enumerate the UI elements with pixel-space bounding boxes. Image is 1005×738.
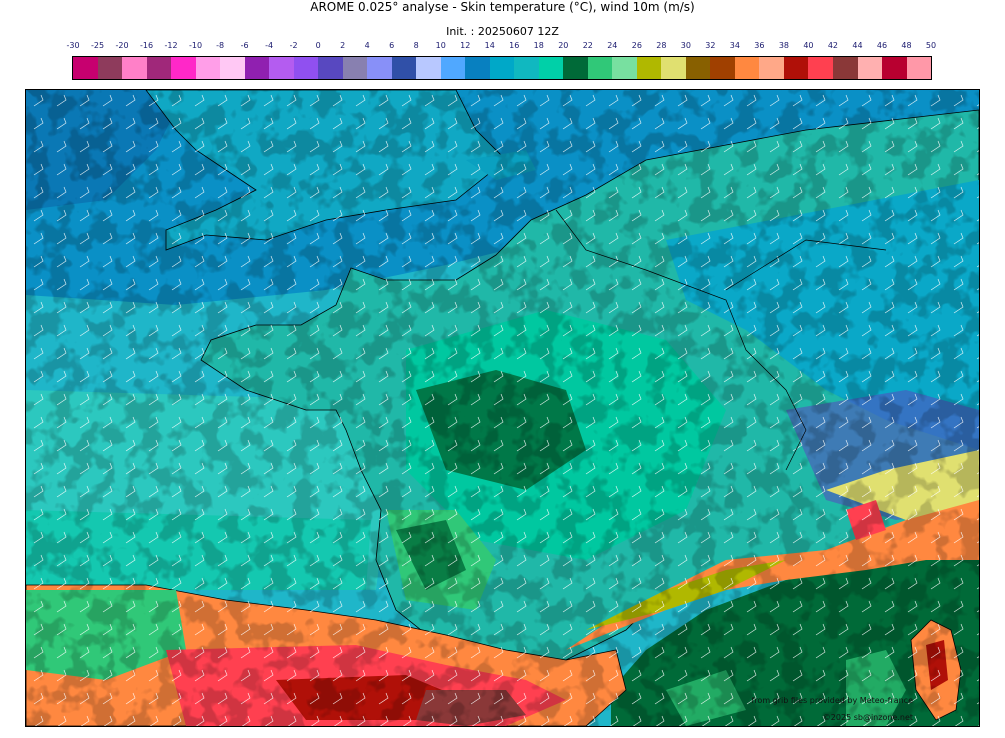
colorbar-swatch <box>391 57 417 79</box>
colorbar-tick-label: 6 <box>389 41 395 50</box>
colorbar-tick-label: 30 <box>680 41 691 50</box>
colorbar-swatch <box>171 57 196 79</box>
colorbar-tick-label: 48 <box>901 41 912 50</box>
data-source-credit: from grib files provided by Meteo-france <box>751 696 914 705</box>
colorbar-swatch <box>514 57 539 79</box>
colorbar-tick-label: -25 <box>90 41 105 50</box>
colorbar-tick-label: -4 <box>265 41 274 50</box>
colorbar-tick-label: 42 <box>827 41 839 50</box>
colorbar-swatch <box>808 57 833 79</box>
colorbar-tick-label: -8 <box>216 41 225 50</box>
colorbar-tick-label: 10 <box>435 41 446 50</box>
temperature-texture <box>26 90 979 726</box>
colorbar-tick-label: -16 <box>139 41 154 50</box>
colorbar-tick-label: -10 <box>189 41 203 50</box>
colorbar-tick-label: -20 <box>115 41 129 50</box>
colorbar-tick-labels: -30 -25 -20 -16 -12 -10 -8 -6 -4 -2 0 2 4 6 8 10 12 14 16 1… <box>66 41 936 55</box>
colorbar-swatch <box>220 57 245 79</box>
colorbar-swatch <box>906 57 932 79</box>
colorbar-swatch <box>73 57 98 79</box>
colorbar-swatch <box>465 57 490 79</box>
colorbar-tick-label: 16 <box>509 41 520 50</box>
colorbar-tick-label: 24 <box>607 41 618 50</box>
colorbar-swatches <box>72 56 932 80</box>
colorbar-swatch <box>440 57 466 79</box>
colorbar-swatch <box>293 57 319 79</box>
colorbar-tick-label: 26 <box>631 41 642 50</box>
colorbar-swatch <box>832 57 858 79</box>
colorbar-tick-label: 46 <box>876 41 888 50</box>
colorbar-tick-label: 4 <box>364 41 370 50</box>
colorbar-swatch <box>318 57 343 79</box>
colorbar-swatch <box>734 57 760 79</box>
colorbar-swatch <box>882 57 907 79</box>
colorbar-swatch <box>269 57 294 79</box>
colorbar-tick-label: 28 <box>656 41 667 50</box>
colorbar-swatch <box>563 57 588 79</box>
colorbar-swatch <box>685 57 711 79</box>
colorbar-swatch <box>416 57 441 79</box>
colorbar-swatch <box>538 57 564 79</box>
colorbar-tick-label: -12 <box>164 41 178 50</box>
colorbar-swatch <box>146 57 172 79</box>
colorbar-tick-label: 34 <box>729 41 740 50</box>
colorbar-swatch <box>489 57 515 79</box>
colorbar-tick-label: 32 <box>705 41 716 50</box>
colorbar-tick-label: 44 <box>852 41 863 50</box>
colorbar-tick-label: 2 <box>340 41 346 50</box>
colorbar-swatch <box>636 57 662 79</box>
colorbar-tick-label: -30 <box>66 41 80 50</box>
colorbar-tick-label: 12 <box>460 41 471 50</box>
colorbar-swatch <box>783 57 809 79</box>
colorbar-swatch <box>342 57 368 79</box>
colorbar-swatch <box>367 57 392 79</box>
colorbar-tick-label: 40 <box>803 41 814 50</box>
colorbar-tick-label: 36 <box>754 41 765 50</box>
colorbar-tick-label: -2 <box>289 41 298 50</box>
temperature-colorbar: -30 -25 -20 -16 -12 -10 -8 -6 -4 -2 0 2 4 6 8 10 12 14 16 1… <box>66 41 936 81</box>
colorbar-swatch <box>195 57 221 79</box>
colorbar-tick-label: 8 <box>413 41 419 50</box>
colorbar-tick-label: 20 <box>558 41 569 50</box>
colorbar-tick-label: 18 <box>533 41 544 50</box>
init-time: Init. : 20250607 12Z <box>446 25 559 38</box>
colorbar-swatch <box>759 57 784 79</box>
weather-map <box>25 89 980 727</box>
colorbar-swatch <box>587 57 613 79</box>
colorbar-tick-label: 0 <box>315 41 321 50</box>
colorbar-tick-label: 22 <box>582 41 593 50</box>
colorbar-swatch <box>612 57 637 79</box>
colorbar-swatch <box>857 57 883 79</box>
map-title: AROME 0.025° analyse - Skin temperature … <box>310 0 695 14</box>
colorbar-tick-label: 14 <box>484 41 495 50</box>
colorbar-tick-label: -6 <box>240 41 249 50</box>
colorbar-swatch <box>710 57 735 79</box>
colorbar-swatch <box>122 57 147 79</box>
copyright-credit: ©2025 sb@inzone.net <box>822 713 913 722</box>
colorbar-swatch <box>661 57 686 79</box>
colorbar-tick-label: 38 <box>778 41 789 50</box>
map-canvas <box>26 90 979 726</box>
colorbar-tick-label: 50 <box>925 41 937 50</box>
colorbar-swatch <box>244 57 270 79</box>
colorbar-swatch <box>97 57 123 79</box>
